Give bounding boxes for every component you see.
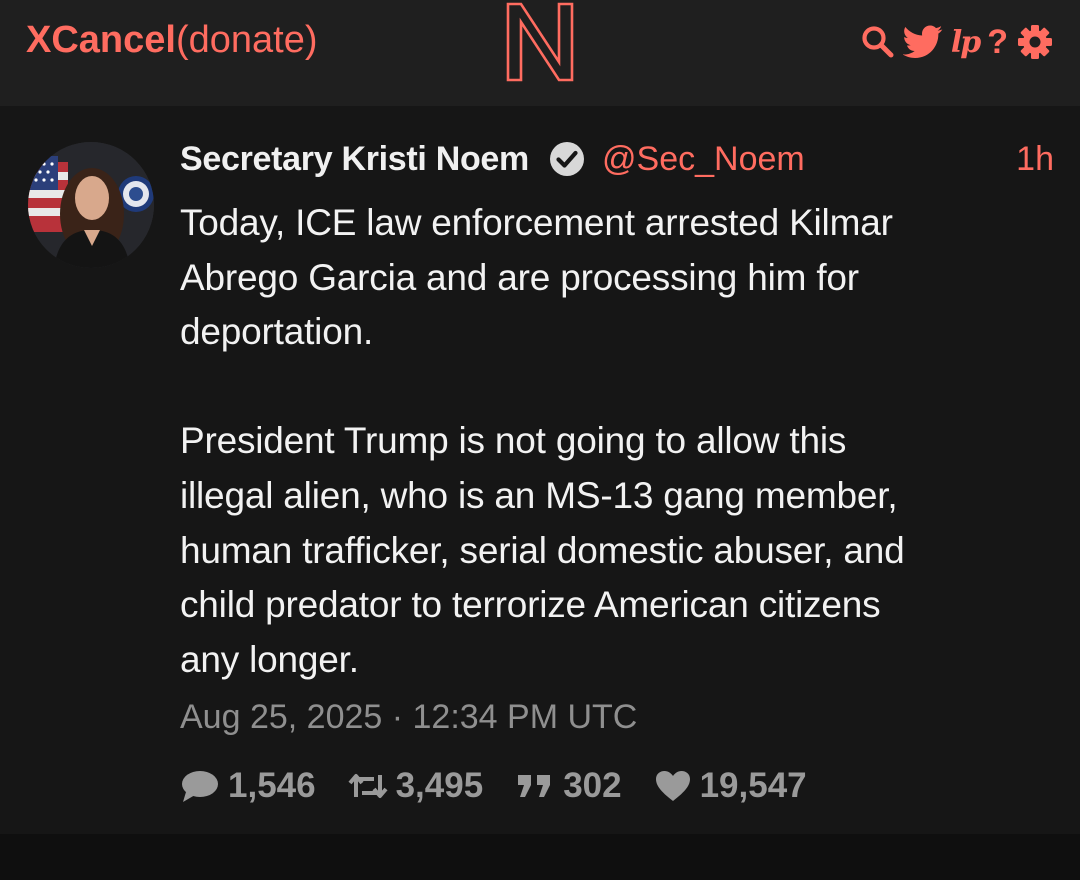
fullname-link[interactable]: Secretary Kristi Noem <box>180 140 529 179</box>
heart-icon <box>655 771 690 801</box>
verified-badge-icon <box>550 142 584 176</box>
avatar[interactable] <box>28 142 154 268</box>
like-count: 19,547 <box>699 766 807 805</box>
twitter-bird-icon[interactable] <box>902 22 943 62</box>
page-footer <box>0 834 1080 880</box>
retweet-icon <box>348 774 388 798</box>
reply-stat[interactable]: 1,546 <box>180 766 316 806</box>
help-icon[interactable]: ? <box>987 22 1008 62</box>
brand-name[interactable]: XCancel <box>26 19 176 61</box>
quote-count: 302 <box>563 766 622 805</box>
reply-count: 1,546 <box>228 766 316 805</box>
tweet-time-link[interactable]: 1h <box>1016 140 1054 179</box>
comment-icon <box>182 771 218 802</box>
donate-link[interactable]: (donate) <box>176 19 318 61</box>
quote-stat[interactable]: 302 <box>515 766 622 806</box>
nitter-logo-icon[interactable] <box>503 0 577 84</box>
gear-icon[interactable] <box>1016 22 1054 62</box>
lp-icon[interactable]: lp <box>951 22 981 62</box>
tweet-header: Secretary Kristi Noem @Sec_Noem 1h <box>180 136 1054 180</box>
nav-icons: lp ? <box>861 22 1054 62</box>
tweet-content: Today, ICE law enforcement arrested Kilm… <box>180 202 905 680</box>
username-link[interactable]: @Sec_Noem <box>602 140 805 179</box>
tweet-date-link[interactable]: Aug 25, 2025 · 12:34 PM UTC <box>180 698 637 737</box>
quote-icon <box>518 775 551 797</box>
like-stat[interactable]: 19,547 <box>654 766 807 806</box>
brand-link[interactable]: XCancel(donate) <box>26 20 318 60</box>
tweet-stats: 1,546 3,495 302 19,547 <box>180 762 839 810</box>
tweet-card: Secretary Kristi Noem @Sec_Noem 1h Today… <box>0 106 1080 834</box>
navbar: XCancel(donate) lp ? <box>0 0 1080 106</box>
search-icon[interactable] <box>861 22 895 62</box>
retweet-stat[interactable]: 3,495 <box>348 766 484 806</box>
retweet-count: 3,495 <box>395 766 484 805</box>
